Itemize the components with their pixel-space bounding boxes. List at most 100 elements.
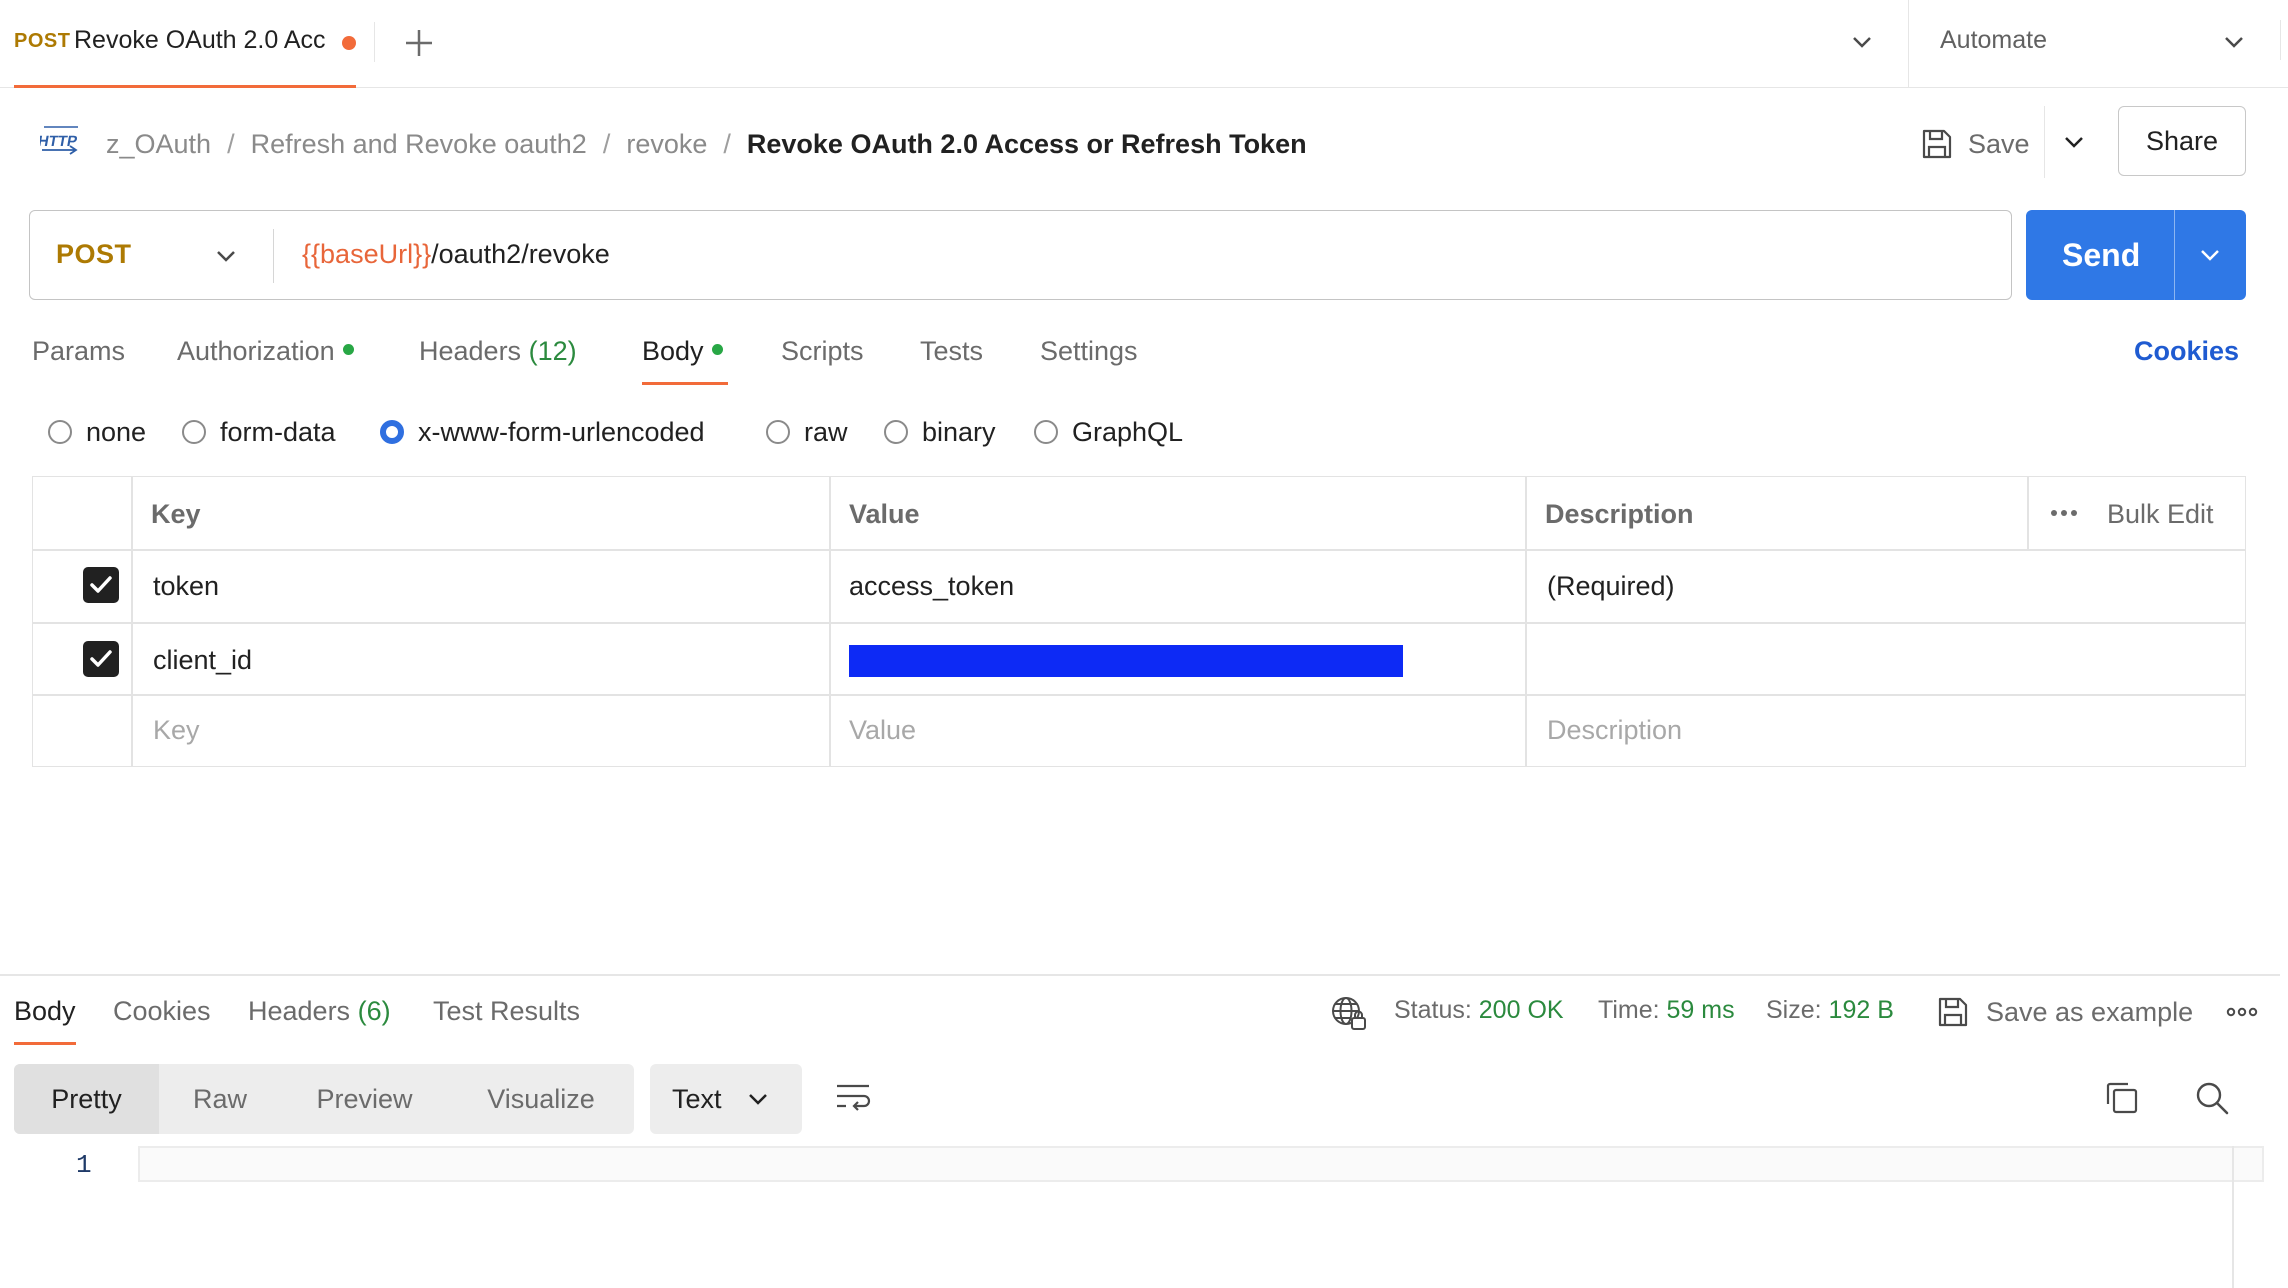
url-path: /oauth2/revoke: [431, 239, 610, 269]
row-key[interactable]: token: [153, 571, 219, 602]
breadcrumb-subfolder[interactable]: revoke: [626, 129, 707, 160]
editor-line-number: 1: [76, 1150, 92, 1180]
row-description[interactable]: (Required): [1547, 571, 1675, 602]
params-table: Key Value Description Bulk Edit token ac…: [32, 476, 2246, 767]
breadcrumb-separator: /: [602, 128, 611, 159]
format-label: Text: [672, 1084, 722, 1114]
view-mode-pretty[interactable]: Pretty: [14, 1064, 159, 1134]
value-placeholder-input[interactable]: Value: [849, 715, 916, 746]
body-type-binary[interactable]: binary: [884, 414, 996, 450]
radio-circle: [884, 420, 908, 444]
cookies-link[interactable]: Cookies: [2134, 336, 2239, 367]
save-as-example-label: Save as example: [1986, 996, 2194, 1027]
time-meta: Time: 59 ms: [1598, 996, 1735, 1025]
status-value[interactable]: 200 OK: [1479, 996, 1564, 1024]
view-mode-segmented-control: Pretty Raw Preview Visualize: [14, 1064, 634, 1134]
radio-label: x-www-form-urlencoded: [418, 416, 705, 447]
save-floppy-icon: [1922, 129, 1952, 159]
response-tab-test-results[interactable]: Test Results: [433, 996, 580, 1027]
body-type-urlencoded[interactable]: x-www-form-urlencoded: [380, 414, 705, 450]
tabs-overflow-chevron-down-icon[interactable]: [1850, 30, 1874, 54]
save-split-divider: [2044, 106, 2045, 178]
tab-authorization[interactable]: Authorization: [177, 336, 354, 367]
response-tab-body[interactable]: Body: [14, 996, 76, 1027]
send-options-chevron-down-icon[interactable]: [2198, 243, 2222, 267]
size-meta: Size: 192 B: [1766, 996, 1894, 1025]
tab-headers[interactable]: Headers (12): [419, 336, 577, 367]
row-checkbox[interactable]: [83, 567, 119, 603]
method-chevron-down-icon[interactable]: [214, 244, 238, 268]
size-value[interactable]: 192 B: [1829, 996, 1894, 1024]
top-tab-bar: POST Revoke OAuth 2.0 Acc Automate: [0, 0, 2288, 88]
response-divider[interactable]: [0, 974, 2280, 976]
automate-chevron-down-icon[interactable]: [2222, 30, 2246, 54]
network-globe-lock-icon[interactable]: [1330, 994, 1368, 1032]
tab-authorization-label: Authorization: [177, 336, 335, 366]
save-button[interactable]: Save: [1920, 124, 2030, 164]
send-label: Send: [2062, 237, 2141, 273]
url-variable: {{baseUrl}}: [302, 239, 432, 269]
row-divider: [33, 694, 2245, 696]
body-type-form-data[interactable]: form-data: [182, 414, 336, 450]
description-placeholder-input[interactable]: Description: [1547, 715, 1682, 746]
response-tab-headers[interactable]: Headers (6): [248, 996, 391, 1027]
tab-settings[interactable]: Settings: [1040, 336, 1138, 367]
row-checkbox[interactable]: [83, 641, 119, 677]
view-mode-visualize[interactable]: Visualize: [448, 1064, 634, 1134]
tab-body[interactable]: Body: [642, 336, 723, 367]
body-type-raw[interactable]: raw: [766, 414, 848, 450]
row-value[interactable]: access_token: [849, 571, 1014, 602]
col-divider: [829, 477, 831, 766]
more-options-icon[interactable]: [2049, 503, 2079, 523]
radio-label: form-data: [220, 416, 336, 447]
radio-label: GraphQL: [1072, 416, 1184, 447]
size-label: Size:: [1766, 996, 1822, 1024]
response-tab-headers-label: Headers: [248, 996, 351, 1026]
view-mode-preview[interactable]: Preview: [281, 1064, 448, 1134]
http-request-icon: HTTP: [40, 124, 80, 160]
response-more-options-icon[interactable]: [2226, 1002, 2258, 1022]
tab-scripts[interactable]: Scripts: [781, 336, 864, 367]
response-tab-cookies[interactable]: Cookies: [113, 996, 211, 1027]
wrap-lines-icon[interactable]: [834, 1080, 872, 1116]
format-select[interactable]: Text: [650, 1064, 802, 1134]
active-tab-underline: [642, 382, 728, 385]
radio-circle: [1034, 420, 1058, 444]
tab-divider: [374, 22, 375, 62]
method-divider: [273, 229, 274, 283]
row-divider: [33, 622, 2245, 624]
request-tab[interactable]: POST Revoke OAuth 2.0 Acc: [0, 0, 356, 88]
time-value[interactable]: 59 ms: [1667, 996, 1735, 1024]
save-options-chevron-down-icon[interactable]: [2062, 130, 2086, 154]
body-type-graphql[interactable]: GraphQL: [1034, 414, 1183, 450]
send-button[interactable]: Send: [2026, 210, 2246, 300]
page-title[interactable]: Revoke OAuth 2.0 Access or Refresh Token: [747, 129, 1307, 160]
url-input[interactable]: {{baseUrl}}/oauth2/revoke: [302, 239, 610, 270]
unsaved-indicator-dot: [342, 36, 356, 50]
search-icon[interactable]: [2194, 1080, 2230, 1116]
col-divider: [2027, 477, 2029, 549]
new-tab-plus-icon[interactable]: [402, 26, 436, 60]
response-editor-line[interactable]: [138, 1146, 2264, 1182]
radio-circle-selected: [380, 420, 404, 444]
time-label: Time:: [1598, 996, 1660, 1024]
row-key[interactable]: client_id: [153, 645, 252, 676]
share-button[interactable]: Share: [2118, 106, 2246, 176]
breadcrumb-folder[interactable]: Refresh and Revoke oauth2: [251, 129, 587, 160]
tab-tests[interactable]: Tests: [920, 336, 983, 367]
tab-params[interactable]: Params: [32, 336, 125, 367]
bulk-edit-button[interactable]: Bulk Edit: [2107, 499, 2214, 530]
breadcrumb-separator: /: [723, 128, 731, 159]
key-placeholder-input[interactable]: Key: [153, 715, 200, 746]
save-as-example-button[interactable]: Save as example: [1936, 994, 2193, 1030]
body-type-none[interactable]: none: [48, 414, 146, 450]
redacted-value-block[interactable]: [849, 645, 1403, 677]
active-tab-underline: [14, 85, 356, 88]
column-header-description: Description: [1545, 499, 1694, 529]
copy-icon[interactable]: [2104, 1080, 2140, 1116]
save-floppy-icon: [1938, 997, 1968, 1027]
format-chevron-down-icon[interactable]: [746, 1087, 770, 1111]
radio-circle: [48, 420, 72, 444]
view-mode-raw[interactable]: Raw: [159, 1064, 281, 1134]
breadcrumb-collection[interactable]: z_OAuth: [106, 129, 211, 160]
